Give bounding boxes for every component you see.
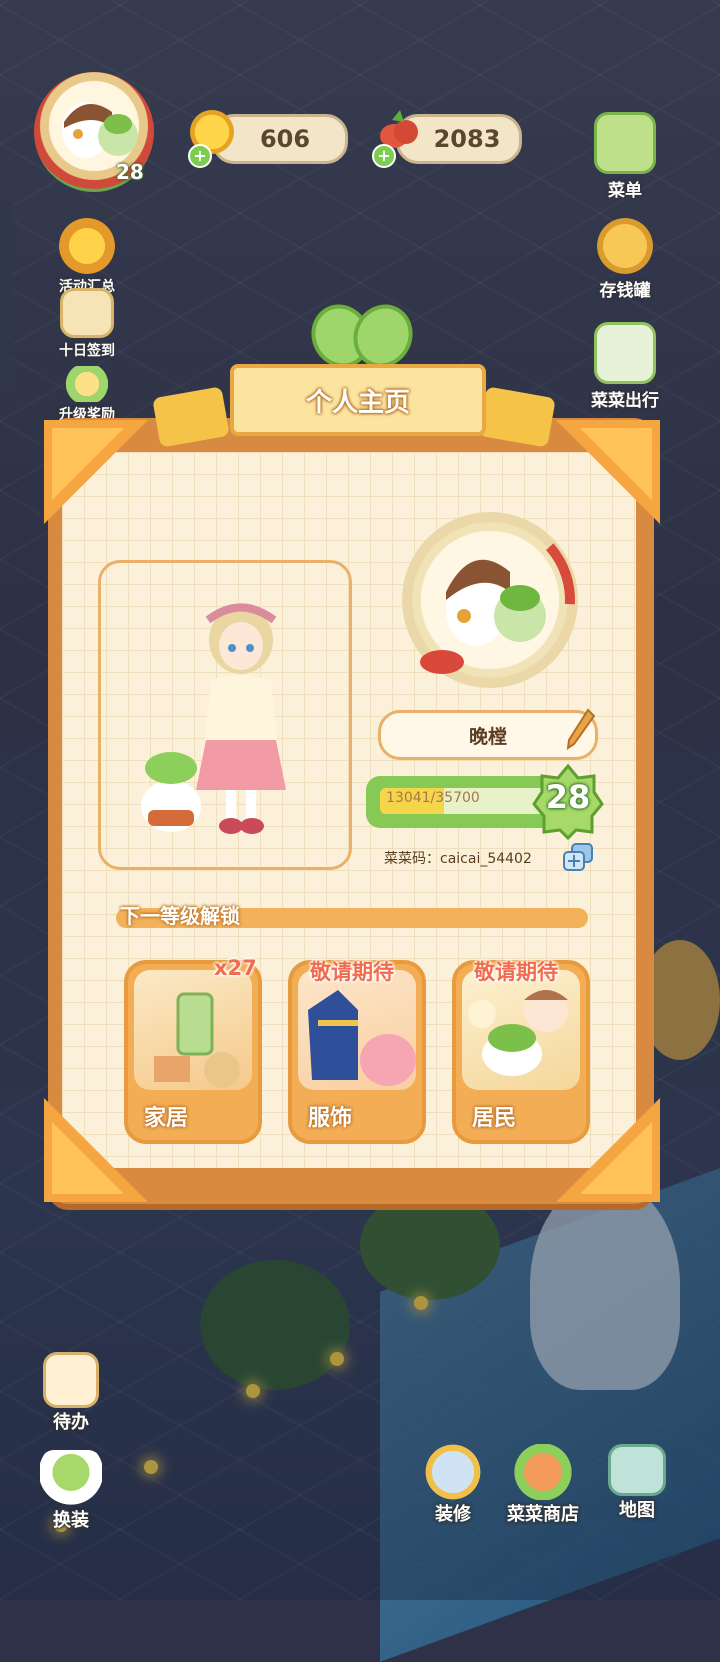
clothing-coming-soon-badge: 敬请期待 (310, 960, 394, 984)
pet-sprout-icon (141, 752, 201, 832)
travel-button[interactable]: 菜菜出行 (582, 322, 668, 411)
sprout-icon (301, 294, 423, 378)
dress-up-icon (40, 1450, 102, 1506)
event-summary-button[interactable]: 活动汇总 (44, 218, 130, 296)
ten-day-signin-button[interactable]: 十日签到 (44, 288, 130, 360)
clothing-icon (298, 970, 416, 1090)
unlock-item-residents[interactable]: 居民 (452, 960, 590, 1144)
travel-label: 菜菜出行 (591, 391, 659, 411)
edit-name-pencil-icon[interactable] (566, 708, 596, 750)
piggy-bank-button[interactable]: 存钱罐 (582, 218, 668, 301)
add-veggies-button[interactable]: + (372, 144, 396, 168)
todo-icon (43, 1352, 99, 1408)
unlock-item-furniture[interactable]: 家居 (124, 960, 262, 1144)
player-code: 菜菜码：caicai_54402 (384, 851, 532, 867)
coin-value: 606 (259, 125, 311, 153)
avatar-level-text: 28 (116, 160, 144, 184)
add-coins-button[interactable]: + (188, 144, 212, 168)
piggy-bank-icon (597, 218, 653, 274)
modal-title: 个人主页 (230, 364, 486, 436)
furniture-count-badge: x27 (214, 956, 257, 980)
player-name: 晚樘 (378, 710, 598, 760)
decorate-button[interactable]: 装修 (410, 1444, 496, 1526)
dress-up-label: 换装 (53, 1510, 89, 1531)
map-button[interactable]: 地图 (594, 1444, 680, 1522)
shop-icon (512, 1444, 574, 1500)
decorate-icon (422, 1444, 484, 1500)
piggy-bank-label: 存钱罐 (599, 281, 651, 301)
ten-day-signin-icon (60, 288, 114, 338)
profile-avatar-frame[interactable] (402, 512, 578, 688)
profile-portrait-icon (405, 515, 575, 685)
shop-button[interactable]: 菜菜商店 (500, 1444, 586, 1526)
corner-decoration (556, 420, 660, 524)
ten-day-signin-label: 十日签到 (59, 343, 115, 359)
furniture-label: 家居 (144, 1106, 189, 1131)
clothing-label: 服饰 (308, 1106, 353, 1131)
todo-button[interactable]: 待办 (28, 1352, 114, 1434)
map-label: 地图 (619, 1500, 655, 1521)
corner-decoration (44, 420, 148, 524)
next-unlock-title: 下一等级解锁 (120, 904, 240, 928)
copy-icon[interactable] (562, 842, 596, 872)
residents-icon (462, 970, 580, 1090)
unlock-item-clothing[interactable]: 服饰 (288, 960, 426, 1144)
shop-label: 菜菜商店 (507, 1504, 579, 1525)
level-number: 28 (545, 778, 591, 816)
residents-label: 居民 (472, 1106, 517, 1131)
veggie-value: 2083 (433, 125, 501, 153)
residents-coming-soon-badge: 敬请期待 (474, 960, 558, 984)
event-summary-icon (59, 218, 115, 274)
menu-label: 菜单 (608, 181, 642, 201)
map-icon (608, 1444, 666, 1496)
xp-text: 13041/35700 (386, 790, 480, 806)
level-reward-icon (63, 366, 111, 402)
menu-icon (594, 112, 656, 174)
travel-icon (594, 322, 656, 384)
todo-label: 待办 (53, 1412, 89, 1433)
decorate-label: 装修 (435, 1504, 471, 1525)
level-reward-button[interactable]: 升级奖励 (44, 366, 130, 424)
dress-up-button[interactable]: 换装 (28, 1450, 114, 1532)
menu-button[interactable]: 菜单 (582, 112, 668, 201)
furniture-icon (134, 970, 252, 1090)
side-drawer-handle[interactable] (0, 200, 12, 390)
